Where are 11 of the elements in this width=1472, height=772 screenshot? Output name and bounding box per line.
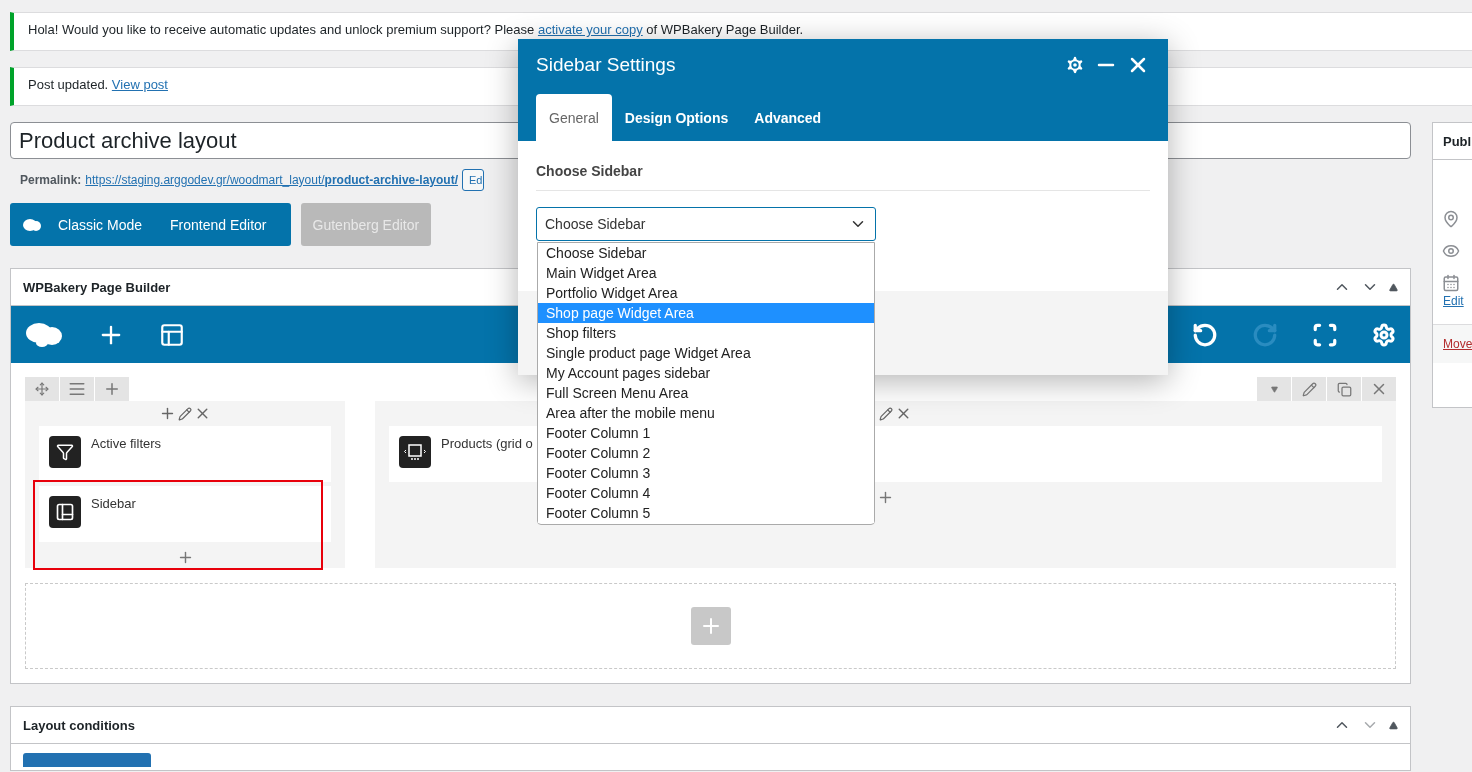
notice-text: Hola! Would you like to receive automatic updates and unlock premium support? Please activate your copy of WPBakery Page Builder.	[28, 23, 804, 37]
panel-title: Layout conditions	[23, 717, 135, 733]
dialog-title: Sidebar Settings	[536, 54, 676, 76]
element-name: Products (grid o	[441, 436, 533, 453]
element-name: Sidebar	[91, 496, 136, 513]
permalink-label: Permalink:	[20, 173, 82, 187]
notice-text: Post updated. View post	[28, 78, 168, 92]
box-title: Publ	[1443, 133, 1472, 149]
field-label: Choose Sidebar	[536, 163, 1150, 191]
element-name: Active filters	[91, 436, 162, 453]
panel-title: WPBakery Page Builder	[23, 279, 171, 295]
